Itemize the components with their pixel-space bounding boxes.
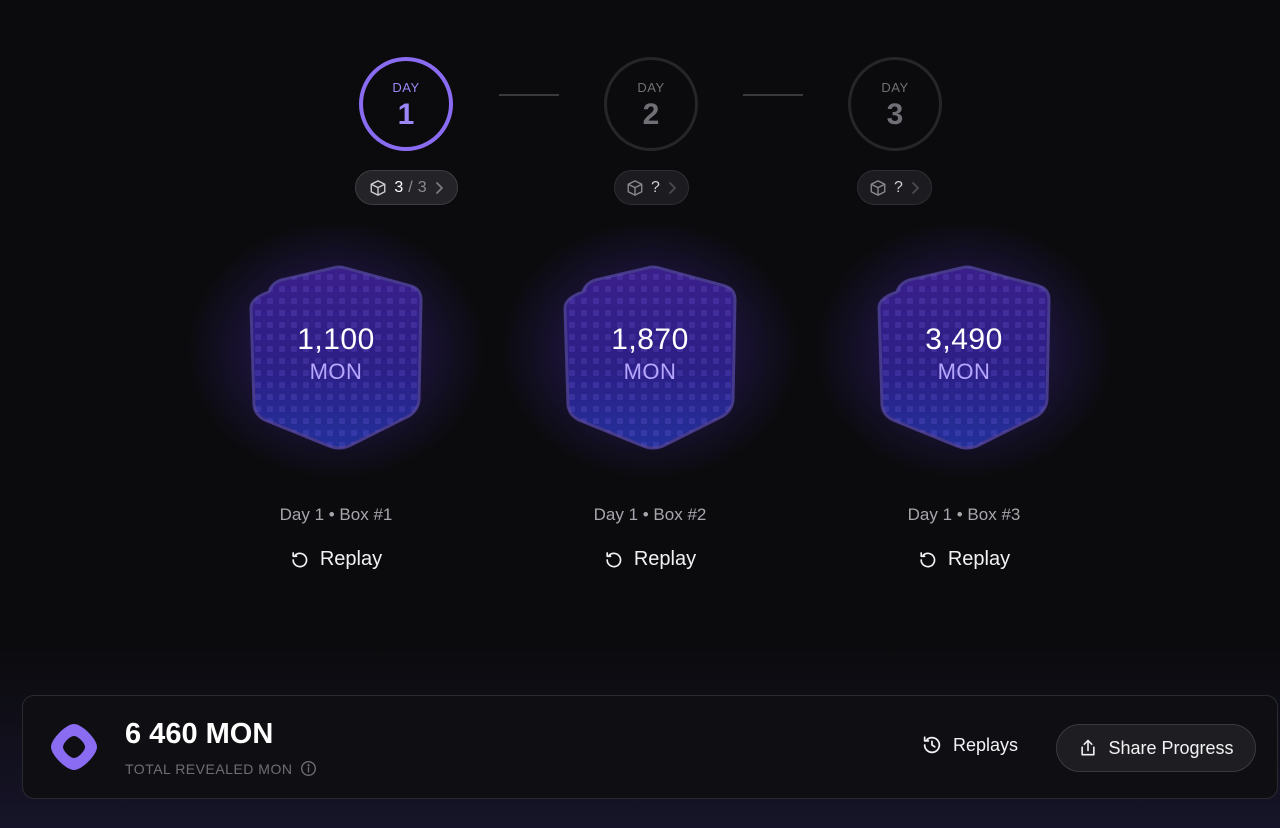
reward-box-2: 1,870 MON Day 1 • Box #2 Replay <box>490 220 810 590</box>
replay-button[interactable]: Replay <box>604 548 696 571</box>
day-2-box-count-pill[interactable]: ? <box>614 170 689 205</box>
box-unit: MON <box>937 359 991 384</box>
replay-icon <box>920 551 936 567</box>
day-step-3[interactable]: DAY 3 <box>848 57 942 151</box>
cube-icon <box>627 179 643 196</box>
share-icon <box>1081 739 1096 756</box>
box-count: 3 / 3 <box>394 179 426 197</box>
day-step-1-number: 1 <box>397 97 415 131</box>
total-revealed-value: 6 460 MON <box>125 718 274 750</box>
chevron-right-icon <box>912 181 919 194</box>
box-unit: MON <box>309 359 363 384</box>
box-count-current: 3 <box>394 178 404 196</box>
box-unit: MON <box>623 359 677 384</box>
history-icon <box>923 736 941 754</box>
day-step-3-word: DAY <box>881 79 909 95</box>
cube-icon <box>370 179 386 196</box>
day-connector-1 <box>499 94 559 96</box>
replay-button[interactable]: Replay <box>918 548 1010 571</box>
box-label: Day 1 • Box #1 <box>279 505 393 524</box>
box-count-current: ? <box>651 178 660 196</box>
day-step-2-number: 2 <box>642 97 660 131</box>
replays-label: Replays <box>953 734 1019 755</box>
replays-button[interactable]: Replays <box>921 734 1018 756</box>
share-progress-label: Share Progress <box>1108 737 1234 758</box>
info-icon[interactable] <box>300 760 317 777</box>
chevron-right-icon <box>435 181 443 194</box>
box-count-total: 3 <box>417 178 427 196</box>
replay-icon <box>292 551 308 567</box>
box-value: 1,870 <box>611 323 689 356</box>
day-step-2[interactable]: DAY 2 <box>604 57 698 151</box>
day-3-box-count-pill[interactable]: ? <box>857 170 932 205</box>
box-count-current: ? <box>894 178 903 196</box>
monad-logo <box>51 724 97 770</box>
cube-icon <box>870 179 886 196</box>
reward-box-1: 1,100 MON Day 1 • Box #1 Replay <box>176 220 496 590</box>
day-1-box-count-pill[interactable]: 3 / 3 <box>355 170 458 205</box>
day-connector-2 <box>743 94 803 96</box>
box-label: Day 1 • Box #3 <box>907 505 1021 524</box>
reward-box-3: 3,490 MON Day 1 • Box #3 Replay <box>804 220 1124 590</box>
replay-label: Replay <box>319 548 383 570</box>
day-step-3-number: 3 <box>886 97 904 131</box>
box-value: 1,100 <box>297 323 375 356</box>
box-count-separator: / <box>408 178 413 196</box>
replay-button[interactable]: Replay <box>290 548 382 571</box>
box-value: 3,490 <box>925 323 1003 356</box>
box-label: Day 1 • Box #2 <box>593 505 707 524</box>
day-step-2-word: DAY <box>637 79 665 95</box>
total-revealed-label-row: TOTAL REVEALED MON <box>125 760 317 777</box>
replay-label: Replay <box>947 548 1011 570</box>
chevron-right-icon <box>669 181 676 194</box>
day-step-1[interactable]: DAY 1 <box>359 57 453 151</box>
summary-bar: 6 460 MON TOTAL REVEALED MON Replays Sha… <box>22 695 1278 799</box>
day-step-1-word: DAY <box>392 79 420 95</box>
replay-label: Replay <box>633 548 697 570</box>
share-progress-button[interactable]: Share Progress <box>1056 724 1256 772</box>
total-revealed-label: TOTAL REVEALED MON <box>125 760 293 777</box>
replay-icon <box>606 551 622 567</box>
